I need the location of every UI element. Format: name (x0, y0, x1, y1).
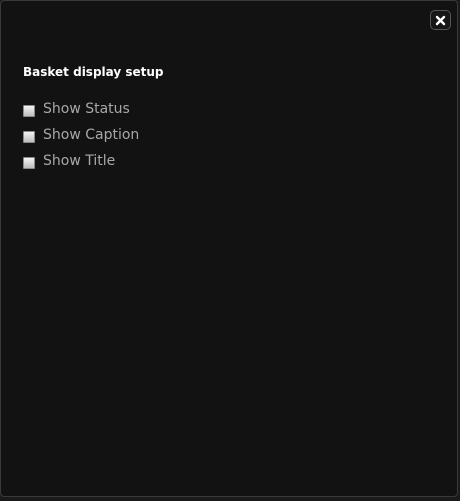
show-title-checkbox[interactable] (23, 156, 35, 169)
option-show-status[interactable]: Show Status (23, 99, 130, 119)
basket-display-setup-dialog: Basket display setup Show Status Show Ca… (0, 0, 458, 497)
dialog-title: Basket display setup (23, 65, 164, 79)
show-status-label: Show Status (43, 101, 130, 117)
close-icon (435, 15, 446, 25)
show-title-label: Show Title (43, 153, 116, 169)
show-caption-label: Show Caption (43, 127, 140, 143)
option-show-caption[interactable]: Show Caption (23, 125, 139, 145)
show-caption-checkbox[interactable] (23, 130, 35, 143)
show-status-checkbox[interactable] (23, 104, 35, 117)
close-button[interactable] (430, 10, 451, 30)
option-show-title[interactable]: Show Title (23, 151, 115, 171)
